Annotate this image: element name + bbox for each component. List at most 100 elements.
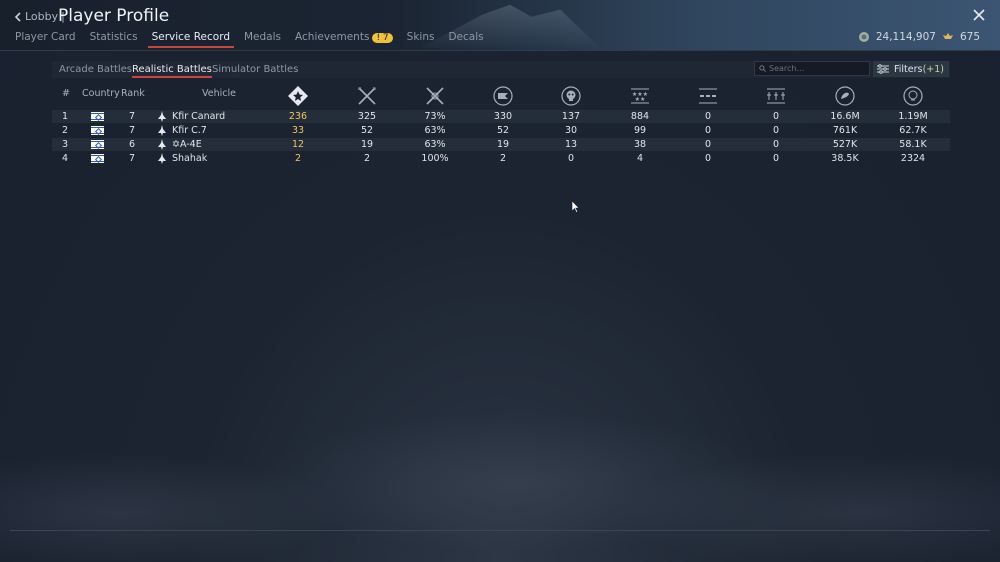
battles-icon[interactable] xyxy=(287,85,309,107)
tab-arcade-battles[interactable]: Arcade Battles xyxy=(59,64,132,75)
golden-eagle-icon xyxy=(942,33,953,39)
israel-flag-icon xyxy=(91,126,104,136)
stat-victories: 73% xyxy=(424,111,446,122)
stat-missions: 52 xyxy=(496,125,510,136)
row-number: 3 xyxy=(62,139,69,150)
stat-exp: 527K xyxy=(832,139,858,150)
search-icon xyxy=(759,65,766,72)
column-header-country: Country xyxy=(82,88,120,99)
naval-kills-icon[interactable] xyxy=(765,85,787,107)
stat-battles: 2 xyxy=(294,153,302,164)
tab-statistics[interactable]: Statistics xyxy=(90,31,138,48)
stat-naval-kills: 0 xyxy=(772,153,780,164)
stat-air-kills: 4 xyxy=(636,153,644,164)
stat-battles: 12 xyxy=(291,139,305,150)
jet-aircraft-icon xyxy=(158,111,166,122)
ground-kills-icon[interactable] xyxy=(697,85,719,107)
respawns-icon[interactable] xyxy=(356,85,378,107)
israel-flag-icon xyxy=(91,112,104,122)
stat-ground-kills: 0 xyxy=(704,125,712,136)
tab-realistic-battles[interactable]: Realistic Battles xyxy=(132,64,212,78)
tab-achievements[interactable]: Achievements! 7 xyxy=(295,31,393,48)
stat-missions: 330 xyxy=(493,111,513,122)
close-icon xyxy=(973,9,985,21)
back-label: Lobby xyxy=(25,10,59,23)
table-row[interactable]: 2 7 Kfir C.7 33 52 63% 52 30 99 0 0 761K… xyxy=(52,124,950,137)
tab-player-card[interactable]: Player Card xyxy=(15,31,76,48)
stat-deaths: 30 xyxy=(564,125,578,136)
stat-air-kills: 99 xyxy=(633,125,647,136)
column-header-vehicle: Vehicle xyxy=(202,88,236,99)
stat-deaths: 137 xyxy=(561,111,581,122)
row-number: 2 xyxy=(62,125,69,136)
stat-respawns: 325 xyxy=(357,111,377,122)
table-row[interactable]: 4 7 Shahak 2 2 100% 2 0 4 0 0 38.5K 2324 xyxy=(52,152,950,165)
badge-count: 7 xyxy=(382,33,389,43)
background-clouds xyxy=(0,362,1000,562)
tab-skins[interactable]: Skins xyxy=(407,31,435,48)
stat-silver: 2324 xyxy=(900,153,926,164)
row-number: 1 xyxy=(62,111,69,122)
stat-ground-kills: 0 xyxy=(704,111,712,122)
jet-aircraft-icon xyxy=(158,153,166,164)
exp-icon[interactable] xyxy=(834,85,856,107)
stat-silver: 1.19M xyxy=(898,111,928,122)
stat-deaths: 13 xyxy=(564,139,578,150)
mouse-cursor-icon xyxy=(572,201,580,213)
stat-respawns: 52 xyxy=(360,125,374,136)
top-bar: Lobby | Player Profile Player Card Stati… xyxy=(0,0,1000,51)
air-kills-icon[interactable]: ★★★★★ xyxy=(629,85,651,107)
stat-silver: 58.1K xyxy=(899,139,927,150)
page-title: Player Profile xyxy=(58,6,170,26)
chevron-left-icon xyxy=(14,11,21,22)
stat-naval-kills: 0 xyxy=(772,111,780,122)
silver-icon[interactable] xyxy=(902,85,924,107)
stat-exp: 16.6M xyxy=(830,111,860,122)
row-rank: 6 xyxy=(129,139,136,150)
victories-icon[interactable] xyxy=(424,85,446,107)
stat-victories: 63% xyxy=(424,125,446,136)
stat-battles: 33 xyxy=(291,125,305,136)
profile-tabs: Player Card Statistics Service Record Me… xyxy=(15,31,498,48)
stat-respawns: 2 xyxy=(363,153,371,164)
tab-decals[interactable]: Decals xyxy=(448,31,483,48)
currency-display: 24,114,907 675 xyxy=(858,31,980,43)
search-placeholder: Search... xyxy=(769,64,805,73)
missions-icon[interactable] xyxy=(492,85,514,107)
table-row[interactable]: 1 7 Kfir Canard 236 325 73% 330 137 884 … xyxy=(52,110,950,123)
stat-air-kills: 884 xyxy=(630,111,650,122)
stat-ground-kills: 0 xyxy=(704,153,712,164)
row-rank: 7 xyxy=(129,153,136,164)
stat-ground-kills: 0 xyxy=(704,139,712,150)
vehicle-name: Kfir Canard xyxy=(172,111,226,122)
badge-alert: ! xyxy=(376,33,381,43)
tab-medals[interactable]: Medals xyxy=(244,31,281,48)
stat-naval-kills: 0 xyxy=(772,139,780,150)
filters-label: Filters xyxy=(894,63,923,75)
stat-victories: 100% xyxy=(421,153,449,164)
silver-lions-icon xyxy=(858,32,869,42)
stat-missions: 2 xyxy=(499,153,507,164)
deaths-icon[interactable] xyxy=(560,85,582,107)
stat-missions: 19 xyxy=(496,139,510,150)
stat-silver: 62.7K xyxy=(899,125,927,136)
tab-simulator-battles[interactable]: Simulator Battles xyxy=(212,64,298,75)
vehicle-name: Kfir C.7 xyxy=(172,125,207,136)
column-header-number: # xyxy=(62,88,70,99)
column-header-rank: Rank xyxy=(121,88,145,99)
filters-icon xyxy=(877,64,889,74)
row-rank: 7 xyxy=(129,111,136,122)
vehicle-name: Shahak xyxy=(172,153,208,164)
stat-exp: 38.5K xyxy=(831,153,859,164)
tab-achievements-label: Achievements xyxy=(295,31,370,43)
close-button[interactable] xyxy=(970,7,988,25)
filters-button[interactable]: Filters (+1) xyxy=(873,61,949,77)
svg-text:★★: ★★ xyxy=(635,96,646,103)
search-input[interactable]: Search... xyxy=(754,61,870,76)
stat-battles: 236 xyxy=(288,111,308,122)
table-row[interactable]: 3 6 ✡A-4E 12 19 63% 19 13 38 0 0 527K 58… xyxy=(52,138,950,151)
jet-aircraft-icon xyxy=(158,125,166,136)
tab-service-record[interactable]: Service Record xyxy=(147,31,234,48)
golden-eagles-amount: 675 xyxy=(959,31,980,43)
stat-air-kills: 38 xyxy=(633,139,647,150)
